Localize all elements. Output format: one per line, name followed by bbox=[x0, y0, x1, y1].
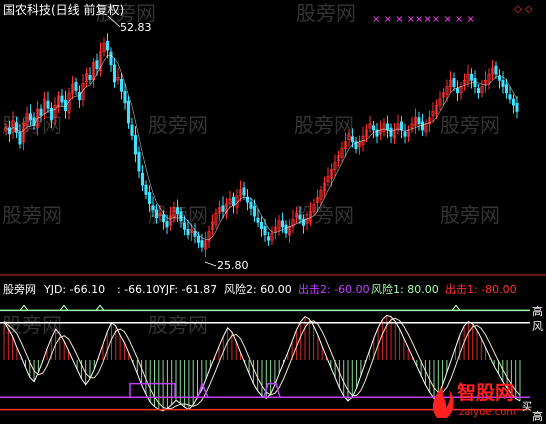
candle-body bbox=[417, 117, 421, 125]
candle-body bbox=[280, 220, 285, 228]
legend-risk1: 风险1: 80.00 bbox=[371, 282, 439, 296]
candle-body bbox=[28, 113, 33, 121]
candle-body bbox=[284, 224, 288, 234]
candle-body bbox=[389, 127, 393, 137]
candle-body bbox=[126, 100, 131, 124]
candle-body bbox=[32, 117, 36, 126]
legend-attack1: 出击1: -80.00 bbox=[445, 282, 517, 296]
stock-title: 国农科技(日线 前复权) bbox=[3, 2, 124, 17]
high-price-label: 52.83 bbox=[120, 21, 152, 34]
legend-attack2: 出击2: -60.00 bbox=[298, 282, 370, 296]
candle-body bbox=[18, 132, 22, 145]
candle-body bbox=[350, 136, 355, 143]
candle-body bbox=[154, 209, 159, 219]
candle-body bbox=[221, 205, 225, 212]
candle-body bbox=[186, 228, 190, 236]
candle-body bbox=[133, 135, 138, 155]
candle-body bbox=[88, 74, 92, 80]
candle-body bbox=[256, 217, 260, 223]
candle-body bbox=[95, 60, 99, 70]
watermark: 股旁网 bbox=[440, 113, 500, 137]
candle-body bbox=[112, 64, 117, 83]
candle-body bbox=[196, 235, 201, 243]
candle-body bbox=[182, 222, 187, 230]
bottom-right-fragment: 买 bbox=[522, 401, 532, 413]
candle-body bbox=[511, 98, 516, 106]
candle-body bbox=[263, 226, 267, 236]
legend-yjd: YJD: -66.10 bbox=[43, 283, 105, 296]
candle-body bbox=[266, 236, 271, 241]
candle-body bbox=[473, 78, 477, 87]
candle-body bbox=[399, 121, 404, 131]
candle-body bbox=[144, 184, 148, 195]
zhigu-logo: 智股网 zaiyue.com bbox=[432, 381, 516, 418]
watermark: 股旁网 bbox=[2, 203, 62, 227]
right-edge-marker: ◇ ◇ bbox=[514, 4, 533, 15]
candle-body bbox=[140, 172, 145, 186]
candle-body bbox=[420, 121, 425, 131]
candle-body bbox=[259, 222, 264, 229]
candle-body bbox=[494, 65, 498, 75]
candle-body bbox=[179, 211, 183, 222]
candle-body bbox=[403, 131, 407, 137]
low-pointer-line bbox=[204, 261, 217, 267]
candle-body bbox=[123, 90, 127, 104]
candle-body bbox=[39, 108, 43, 116]
candle-body bbox=[515, 102, 519, 112]
candle-body bbox=[175, 207, 180, 215]
candle-body bbox=[147, 192, 152, 205]
legend-yjf: YJF: -61.87 bbox=[158, 283, 217, 296]
sell-markers: × × × ×××× × × × bbox=[372, 14, 475, 25]
candle-body bbox=[371, 125, 376, 131]
legend-unnamed: : -66.10 bbox=[117, 283, 160, 296]
candle-body bbox=[74, 81, 78, 91]
legend-risk2: 风险2: 60.00 bbox=[224, 282, 292, 296]
candle-body bbox=[242, 187, 246, 196]
candle-body bbox=[252, 206, 257, 217]
candle-body bbox=[105, 40, 110, 51]
candle-body bbox=[504, 84, 509, 94]
candle-body bbox=[455, 88, 460, 94]
candle-body bbox=[46, 100, 50, 109]
candle-body bbox=[109, 51, 113, 66]
right-label-high: 高 bbox=[532, 304, 543, 318]
candle-body bbox=[200, 240, 204, 248]
logo-text: 智股网 bbox=[457, 381, 514, 404]
candle-body bbox=[119, 78, 124, 92]
candle-body bbox=[452, 78, 456, 87]
watermark: 股旁网 bbox=[440, 203, 500, 227]
candle-body bbox=[193, 230, 197, 237]
candle-body bbox=[497, 75, 502, 81]
candle-body bbox=[385, 123, 390, 131]
candle-body bbox=[14, 122, 19, 133]
candle-body bbox=[60, 95, 64, 103]
watermark: 股旁网 bbox=[148, 113, 208, 137]
indicator-name: 股旁网 bbox=[3, 282, 36, 296]
candle-body bbox=[249, 201, 253, 209]
candle-body bbox=[137, 151, 141, 172]
right-label-risk: 风 bbox=[532, 320, 543, 333]
candle-body bbox=[501, 80, 505, 87]
price-panel bbox=[4, 15, 519, 267]
candle-body bbox=[130, 124, 134, 136]
candle-body bbox=[231, 196, 236, 206]
stock-chart: 股旁网股旁网股旁网股旁网股旁网股旁网股旁网股旁网股旁网股旁网股旁网股旁网 国农科… bbox=[0, 1, 546, 423]
candle-body bbox=[469, 73, 474, 81]
candle-body bbox=[508, 94, 512, 100]
low-price-label: 25.80 bbox=[217, 259, 249, 272]
candle-body bbox=[161, 214, 166, 222]
candle-body bbox=[476, 88, 481, 94]
watermark: 股旁网 bbox=[296, 1, 356, 25]
watermark: 股旁网 bbox=[148, 313, 208, 337]
candle-body bbox=[165, 221, 169, 228]
candle-body bbox=[151, 205, 155, 211]
logo-url: zaiyue.com bbox=[459, 407, 516, 418]
right-label-high-bottom: 高 bbox=[532, 409, 543, 423]
candle-body bbox=[298, 214, 302, 220]
